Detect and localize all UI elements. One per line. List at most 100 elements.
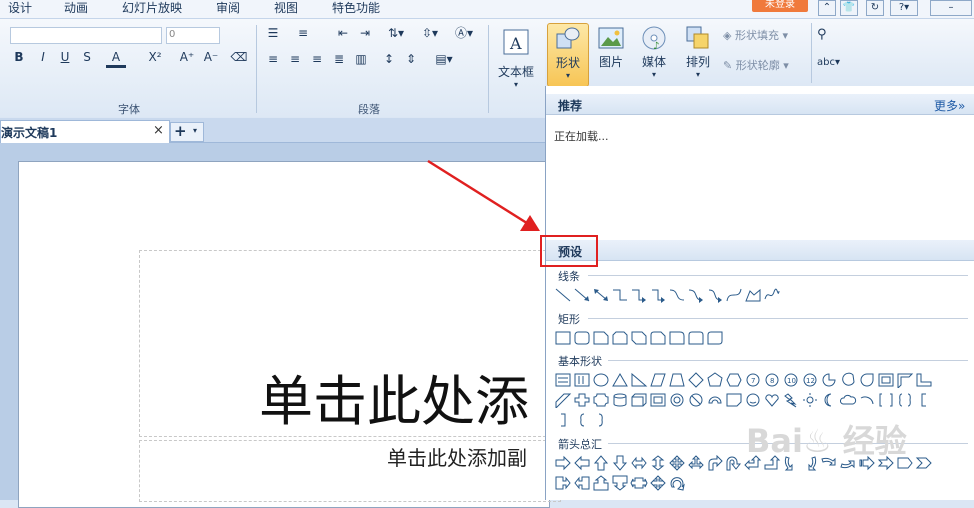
- align-text-icon[interactable]: ⇳▾: [418, 25, 442, 41]
- freeform-shape-icon[interactable]: [744, 287, 762, 303]
- bevel-shape-icon[interactable]: [649, 392, 667, 408]
- shape-outline-button[interactable]: ✎ 形状轮廓 ▾: [723, 57, 789, 73]
- down-arrow-callout-shape-icon[interactable]: [611, 475, 629, 491]
- arrange-button[interactable]: 排列 ▾: [679, 23, 717, 85]
- rounded-rectangle-shape-icon[interactable]: [573, 330, 591, 346]
- distribute-icon[interactable]: ▥: [352, 51, 370, 67]
- right-brace-shape-icon[interactable]: [592, 412, 610, 428]
- block-arc-shape-icon[interactable]: [706, 392, 724, 408]
- octagon-shape-icon[interactable]: 8: [763, 372, 781, 388]
- curved-connector-shape-icon[interactable]: [668, 287, 686, 303]
- elbow-double-arrow-shape-icon[interactable]: [649, 287, 667, 303]
- lightning-bolt-shape-icon[interactable]: [782, 392, 800, 408]
- up-arrow-shape-icon[interactable]: [592, 455, 610, 471]
- new-tab-button[interactable]: + ▾: [170, 122, 204, 142]
- minimize-button[interactable]: –: [930, 0, 972, 16]
- skin-icon[interactable]: 👕: [840, 0, 858, 16]
- dodecagon-shape-icon[interactable]: 12: [801, 372, 819, 388]
- down-arrow-shape-icon[interactable]: [611, 455, 629, 471]
- bent-arrow-shape-icon[interactable]: [706, 455, 724, 471]
- up-arrow-callout-shape-icon[interactable]: [592, 475, 610, 491]
- close-tab-icon[interactable]: ×: [153, 123, 164, 138]
- menu-design[interactable]: 设计: [8, 0, 32, 18]
- up-down-arrow-shape-icon[interactable]: [649, 455, 667, 471]
- bold-button[interactable]: B: [12, 49, 26, 65]
- right-arrow-callout-shape-icon[interactable]: [554, 475, 572, 491]
- curved-double-arrow-shape-icon[interactable]: [706, 287, 724, 303]
- collapse-ribbon-icon[interactable]: ⌃: [818, 0, 836, 16]
- curve-shape-icon[interactable]: [725, 287, 743, 303]
- more-link[interactable]: 更多»: [934, 97, 965, 114]
- left-arrow-shape-icon[interactable]: [573, 455, 591, 471]
- donut-shape-icon[interactable]: [668, 392, 686, 408]
- textbox-button[interactable]: A 文本框 ▾: [494, 25, 538, 109]
- picture-button[interactable]: 图片: [593, 23, 629, 85]
- refresh-icon[interactable]: ↻: [866, 0, 884, 16]
- cube-shape-icon[interactable]: [630, 392, 648, 408]
- spelling-icon[interactable]: abc▾: [817, 57, 840, 68]
- round-single-corner-rectangle-shape-icon[interactable]: [668, 330, 686, 346]
- document-tab[interactable]: 演示文稿1 ×: [0, 120, 170, 143]
- left-right-arrow-shape-icon[interactable]: [630, 455, 648, 471]
- can-shape-icon[interactable]: [611, 392, 629, 408]
- decagon-shape-icon[interactable]: 10: [782, 372, 800, 388]
- moon-shape-icon[interactable]: [820, 392, 838, 408]
- plaque-shape-icon[interactable]: [592, 392, 610, 408]
- line-spacing-icon[interactable]: ↕: [380, 51, 398, 67]
- folded-corner-shape-icon[interactable]: [725, 392, 743, 408]
- media-button[interactable]: ♪ 媒体 ▾: [635, 23, 673, 85]
- left-arrow-callout-shape-icon[interactable]: [573, 475, 591, 491]
- align-right-icon[interactable]: ≡: [308, 51, 326, 67]
- menu-special-features[interactable]: 特色功能: [332, 0, 380, 18]
- parallelogram-shape-icon[interactable]: [649, 372, 667, 388]
- diamond-shape-icon[interactable]: [687, 372, 705, 388]
- snip-round-rectangle-shape-icon[interactable]: [649, 330, 667, 346]
- curved-arrow-connector-shape-icon[interactable]: [687, 287, 705, 303]
- elbow-arrow-connector-shape-icon[interactable]: [630, 287, 648, 303]
- text-box-shape-icon[interactable]: [554, 372, 572, 388]
- login-button[interactable]: 未登录: [752, 0, 808, 12]
- shape-fill-button[interactable]: ◈ 形状填充 ▾: [723, 27, 788, 43]
- left-bracket-shape-icon[interactable]: [915, 392, 933, 408]
- cross-shape-icon[interactable]: [573, 392, 591, 408]
- help-icon[interactable]: ?▾: [890, 0, 918, 16]
- right-arrow-shape-icon[interactable]: [554, 455, 572, 471]
- cloud-shape-icon[interactable]: [839, 392, 857, 408]
- binoculars-icon[interactable]: ⚲: [817, 27, 827, 42]
- heart-shape-icon[interactable]: [763, 392, 781, 408]
- font-name-dropdown[interactable]: [10, 27, 162, 44]
- chevron-arrow-shape-icon[interactable]: [915, 455, 933, 471]
- quad-arrow-callout-shape-icon[interactable]: [649, 475, 667, 491]
- left-right-up-arrow-shape-icon[interactable]: [687, 455, 705, 471]
- italic-button[interactable]: I: [36, 49, 50, 65]
- numbered-list-icon[interactable]: ≡: [294, 25, 312, 41]
- pentagon-shape-icon[interactable]: [706, 372, 724, 388]
- bullet-list-icon[interactable]: ☰: [264, 25, 282, 41]
- no-symbol-shape-icon[interactable]: [687, 392, 705, 408]
- snip-same-side-rectangle-shape-icon[interactable]: [611, 330, 629, 346]
- font-color-button[interactable]: A: [106, 49, 126, 68]
- menu-animation[interactable]: 动画: [64, 0, 88, 18]
- double-arrow-line-shape-icon[interactable]: [592, 287, 610, 303]
- arrow-line-shape-icon[interactable]: [573, 287, 591, 303]
- menu-slideshow[interactable]: 幻灯片放映: [122, 0, 182, 18]
- align-left-icon[interactable]: ≡: [264, 51, 282, 67]
- smiley-face-shape-icon[interactable]: [744, 392, 762, 408]
- scribble-shape-icon[interactable]: [763, 287, 781, 303]
- sun-shape-icon[interactable]: [801, 392, 819, 408]
- decrease-indent-icon[interactable]: ⇤: [334, 25, 352, 41]
- circular-arrow-shape-icon[interactable]: [668, 475, 686, 491]
- increase-indent-icon[interactable]: ⇥: [356, 25, 374, 41]
- title-placeholder-text[interactable]: 单击此处添: [259, 357, 529, 436]
- decrease-font-button[interactable]: A⁻: [202, 49, 220, 65]
- vertical-text-box-shape-icon[interactable]: [573, 372, 591, 388]
- strikethrough-button[interactable]: S: [80, 49, 94, 65]
- font-size-dropdown[interactable]: 0: [166, 27, 220, 44]
- triangle-shape-icon[interactable]: [611, 372, 629, 388]
- clear-format-icon[interactable]: ⌫: [230, 49, 248, 65]
- paragraph-spacing-icon[interactable]: ⇕: [402, 51, 420, 67]
- align-center-icon[interactable]: ≡: [286, 51, 304, 67]
- line-shape-icon[interactable]: [554, 287, 572, 303]
- round-diagonal-rectangle-shape-icon[interactable]: [706, 330, 724, 346]
- justify-icon[interactable]: ≣: [330, 51, 348, 67]
